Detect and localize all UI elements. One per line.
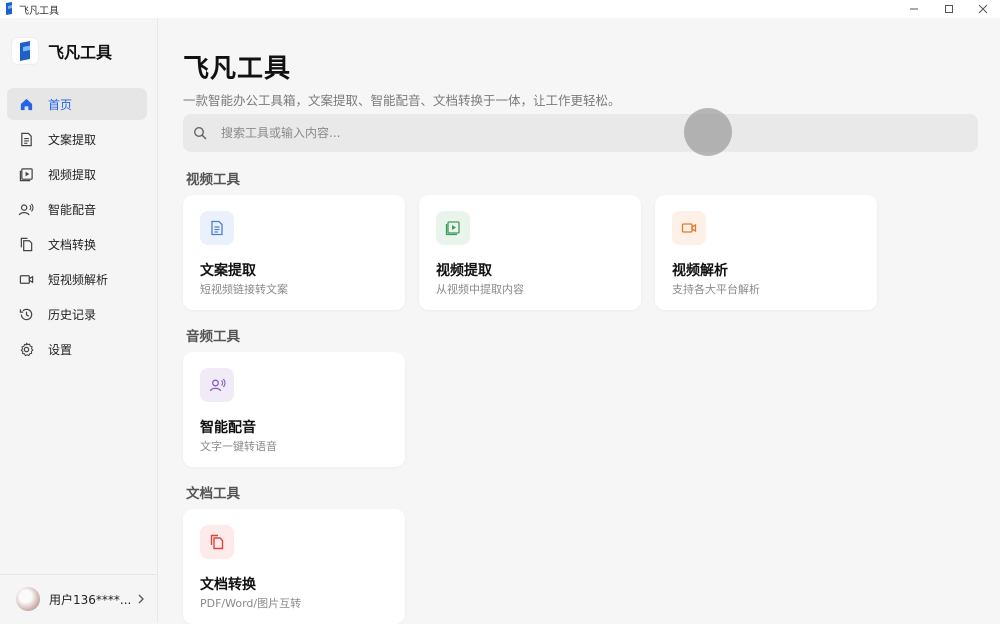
document-icon bbox=[200, 211, 234, 245]
sidebar-item-label: 视频提取 bbox=[48, 167, 97, 182]
chevron-right-icon bbox=[138, 594, 145, 604]
sidebar-item-settings[interactable]: 设置 bbox=[7, 333, 147, 365]
page-subtitle: 一款智能办公工具箱，文案提取、智能配音、文档转换于一体，让工作更轻松。 bbox=[183, 93, 621, 108]
minimize-button[interactable] bbox=[894, 0, 934, 18]
sidebar-item-label: 文案提取 bbox=[48, 132, 97, 147]
tool-card-smart-dubbing[interactable]: 智能配音 文字一键转语音 bbox=[183, 352, 405, 467]
card-description: PDF/Word/图片互转 bbox=[200, 597, 302, 610]
page-title: 飞凡工具 bbox=[183, 54, 292, 84]
search-input[interactable] bbox=[219, 125, 923, 141]
section-title-document-tools: 文档工具 bbox=[186, 486, 240, 502]
sidebar-item-copy-extract[interactable]: 文案提取 bbox=[7, 123, 147, 155]
cursor-indicator bbox=[684, 108, 732, 156]
card-description: 支持各大平台解析 bbox=[672, 283, 760, 296]
sidebar-item-smart-dubbing[interactable]: 智能配音 bbox=[7, 193, 147, 225]
card-title: 文档转换 bbox=[200, 577, 256, 593]
sidebar-item-label: 历史记录 bbox=[48, 307, 97, 322]
avatar bbox=[16, 587, 40, 611]
video-play-icon bbox=[436, 211, 470, 245]
sidebar-item-history[interactable]: 历史记录 bbox=[7, 298, 147, 330]
minimize-icon bbox=[910, 8, 918, 10]
maximize-icon bbox=[945, 5, 953, 13]
close-button[interactable] bbox=[963, 0, 1000, 18]
card-title: 智能配音 bbox=[200, 420, 256, 436]
gear-icon bbox=[18, 341, 34, 357]
card-title: 视频解析 bbox=[672, 263, 728, 279]
card-title: 文案提取 bbox=[200, 263, 256, 279]
video-play-icon bbox=[18, 166, 34, 182]
close-icon bbox=[978, 4, 988, 14]
sidebar-item-label: 智能配音 bbox=[48, 202, 97, 217]
window-title: 飞凡工具 bbox=[19, 6, 59, 17]
sidebar-item-label: 设置 bbox=[48, 342, 73, 357]
search-icon bbox=[193, 126, 207, 140]
sidebar-item-doc-convert[interactable]: 文档转换 bbox=[7, 228, 147, 260]
sidebar-item-home[interactable]: 首页 bbox=[7, 88, 147, 120]
tool-card-video-extract[interactable]: 视频提取 从视频中提取内容 bbox=[419, 195, 641, 310]
sidebar-item-short-video-parse[interactable]: 短视频解析 bbox=[7, 263, 147, 295]
voice-person-icon bbox=[200, 368, 234, 402]
history-icon bbox=[18, 306, 34, 322]
window-title-bar: 飞凡工具 bbox=[0, 0, 1000, 18]
sidebar-item-video-extract[interactable]: 视频提取 bbox=[7, 158, 147, 190]
card-description: 短视频链接转文案 bbox=[200, 283, 288, 296]
tool-card-video-parse[interactable]: 视频解析 支持各大平台解析 bbox=[655, 195, 877, 310]
card-description: 文字一键转语音 bbox=[200, 440, 277, 453]
search-bar[interactable] bbox=[183, 114, 978, 152]
voice-person-icon bbox=[18, 201, 34, 217]
document-icon bbox=[18, 131, 34, 147]
home-icon bbox=[18, 96, 34, 112]
copy-icon bbox=[18, 236, 34, 252]
sidebar: 飞凡工具 首页 文案提取 视频提取 智能配音 文档转换 短视频解析 历史记录 设… bbox=[0, 18, 158, 622]
section-title-audio-tools: 音频工具 bbox=[186, 329, 240, 345]
brand-name: 飞凡工具 bbox=[48, 43, 113, 62]
camera-icon bbox=[672, 211, 706, 245]
brand[interactable]: 飞凡工具 bbox=[12, 38, 112, 64]
card-title: 视频提取 bbox=[436, 263, 492, 279]
tool-card-doc-convert[interactable]: 文档转换 PDF/Word/图片互转 bbox=[183, 509, 405, 624]
copy-icon bbox=[200, 525, 234, 559]
tool-card-copy-extract[interactable]: 文案提取 短视频链接转文案 bbox=[183, 195, 405, 310]
sidebar-item-label: 首页 bbox=[48, 97, 73, 112]
camera-icon bbox=[18, 271, 34, 287]
main-content: 飞凡工具 一款智能办公工具箱，文案提取、智能配音、文档转换于一体，让工作更轻松。… bbox=[158, 18, 1000, 624]
app-logo-icon bbox=[6, 2, 12, 15]
card-description: 从视频中提取内容 bbox=[436, 283, 524, 296]
user-profile[interactable]: 用户136****... bbox=[0, 574, 157, 623]
section-title-video-tools: 视频工具 bbox=[186, 172, 240, 188]
user-name: 用户136****... bbox=[49, 592, 132, 607]
brand-logo-icon bbox=[12, 38, 38, 64]
sidebar-item-label: 文档转换 bbox=[48, 237, 97, 252]
sidebar-item-label: 短视频解析 bbox=[48, 272, 109, 287]
